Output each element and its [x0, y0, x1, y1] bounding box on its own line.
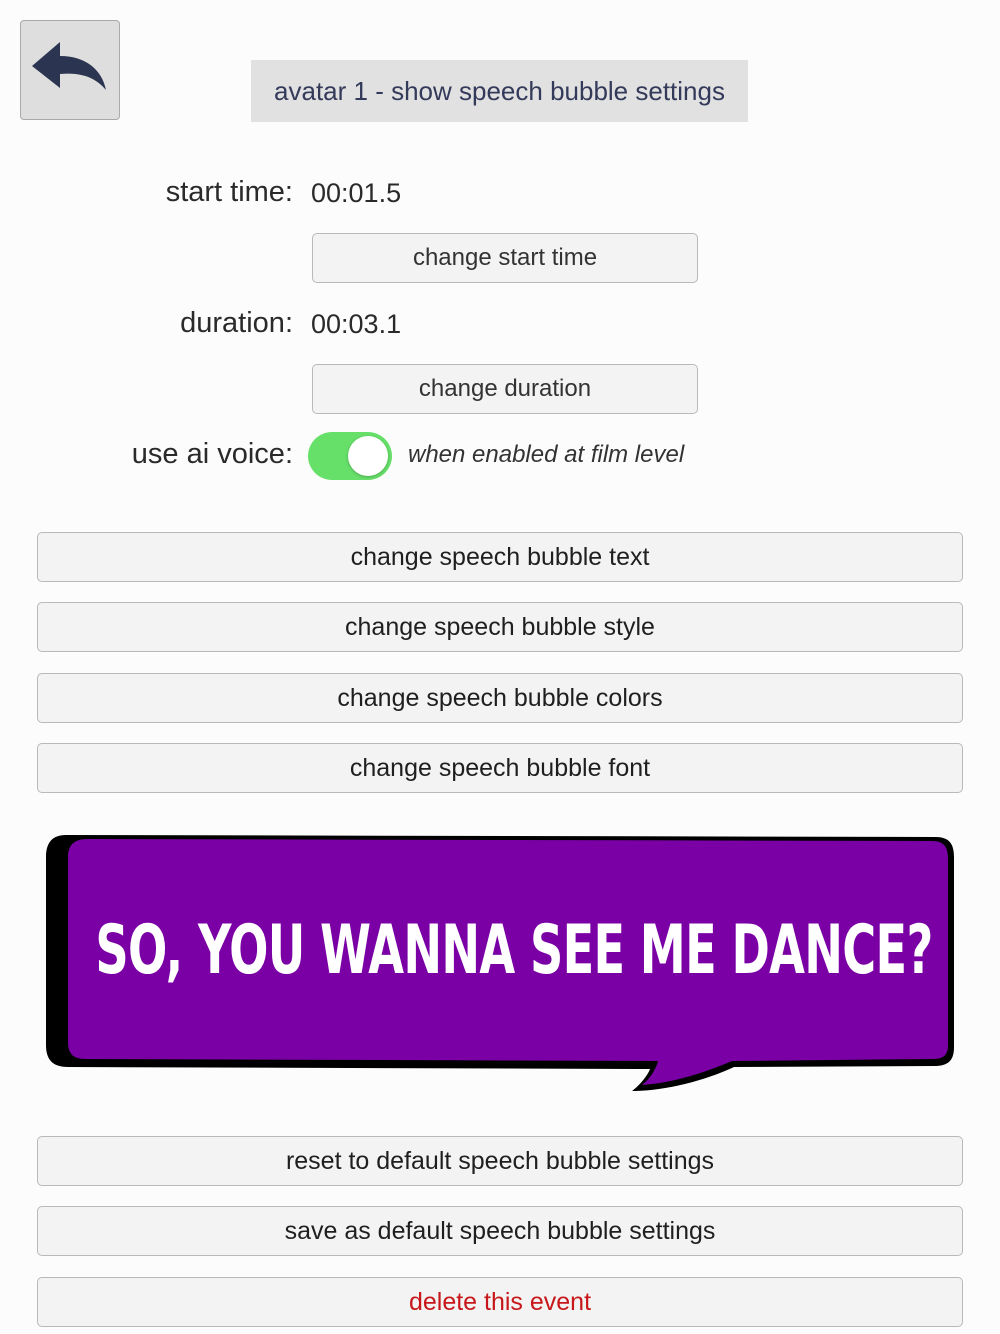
start-time-label: start time:: [165, 176, 293, 208]
page-title: avatar 1 - show speech bubble settings: [251, 60, 748, 122]
start-time-value: 00:01.5: [311, 178, 402, 208]
change-start-time-button[interactable]: change start time: [312, 233, 698, 283]
ai-voice-toggle[interactable]: [308, 432, 392, 480]
back-arrow-icon: [30, 38, 110, 103]
save-defaults-button[interactable]: save as default speech bubble settings: [37, 1206, 963, 1256]
duration-value: 00:03.1: [311, 309, 402, 339]
speech-bubble-preview: SO, YOU WANNA SEE ME DANCE?: [44, 833, 956, 1098]
change-duration-button[interactable]: change duration: [312, 364, 698, 414]
duration-label: duration:: [180, 307, 293, 339]
change-bubble-colors-button[interactable]: change speech bubble colors: [37, 673, 963, 723]
back-button[interactable]: [20, 20, 120, 120]
delete-event-button[interactable]: delete this event: [37, 1277, 963, 1327]
change-bubble-text-button[interactable]: change speech bubble text: [37, 532, 963, 582]
change-bubble-font-button[interactable]: change speech bubble font: [37, 743, 963, 793]
ai-voice-label: use ai voice:: [131, 438, 293, 470]
change-bubble-style-button[interactable]: change speech bubble style: [37, 602, 963, 652]
ai-voice-note: when enabled at film level: [408, 441, 685, 468]
speech-bubble-text: SO, YOU WANNA SEE ME DANCE?: [95, 910, 933, 990]
reset-defaults-button[interactable]: reset to default speech bubble settings: [37, 1136, 963, 1186]
toggle-knob: [348, 436, 388, 476]
